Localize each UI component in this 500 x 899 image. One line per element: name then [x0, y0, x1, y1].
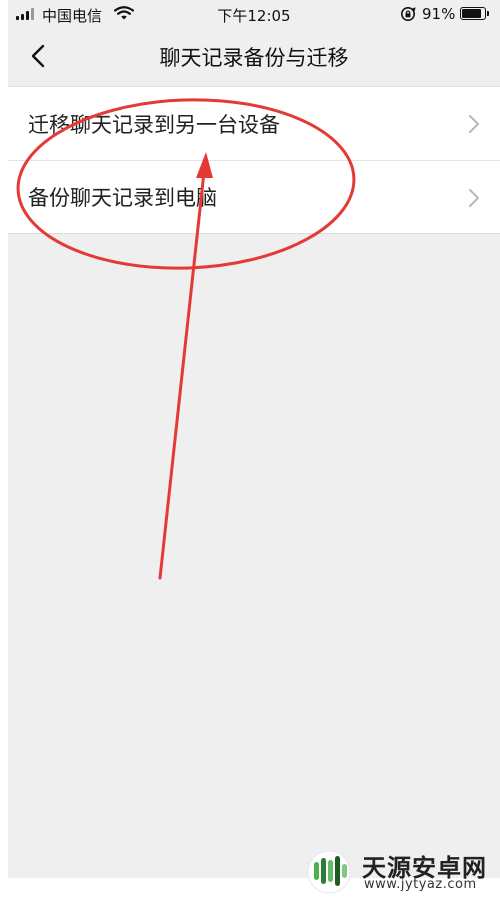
status-bar: 中国电信 下午12:05 91% — [8, 0, 500, 28]
screen: 中国电信 下午12:05 91% 聊天记录备份与迁移 迁移聊天记录到另一台设备 … — [0, 0, 500, 899]
battery-tip — [487, 11, 489, 16]
list-item-migrate-to-device[interactable]: 迁移聊天记录到另一台设备 — [8, 87, 500, 160]
list-item-backup-to-computer[interactable]: 备份聊天记录到电脑 — [8, 160, 500, 233]
phone-screen: 中国电信 下午12:05 91% 聊天记录备份与迁移 迁移聊天记录到另一台设备 … — [8, 0, 500, 878]
list-item-label: 迁移聊天记录到另一台设备 — [28, 112, 280, 137]
rotation-lock-icon — [401, 7, 416, 21]
android-logo-icon — [307, 850, 351, 894]
watermark-url: www.jytyaz.com — [364, 877, 477, 892]
battery-percent: 91% — [422, 5, 456, 23]
watermark: 天源安卓网 www.jytyaz.com — [298, 846, 496, 896]
chevron-right-icon — [469, 189, 479, 207]
navigation-bar: 聊天记录备份与迁移 — [8, 28, 500, 84]
page-title: 聊天记录备份与迁移 — [159, 46, 349, 70]
list-item-label: 备份聊天记录到电脑 — [28, 186, 217, 210]
battery-level-fill — [462, 9, 481, 18]
battery-icon — [460, 7, 486, 20]
chevron-right-icon — [469, 115, 479, 133]
options-list: 迁移聊天记录到另一台设备 备份聊天记录到电脑 — [8, 86, 500, 234]
